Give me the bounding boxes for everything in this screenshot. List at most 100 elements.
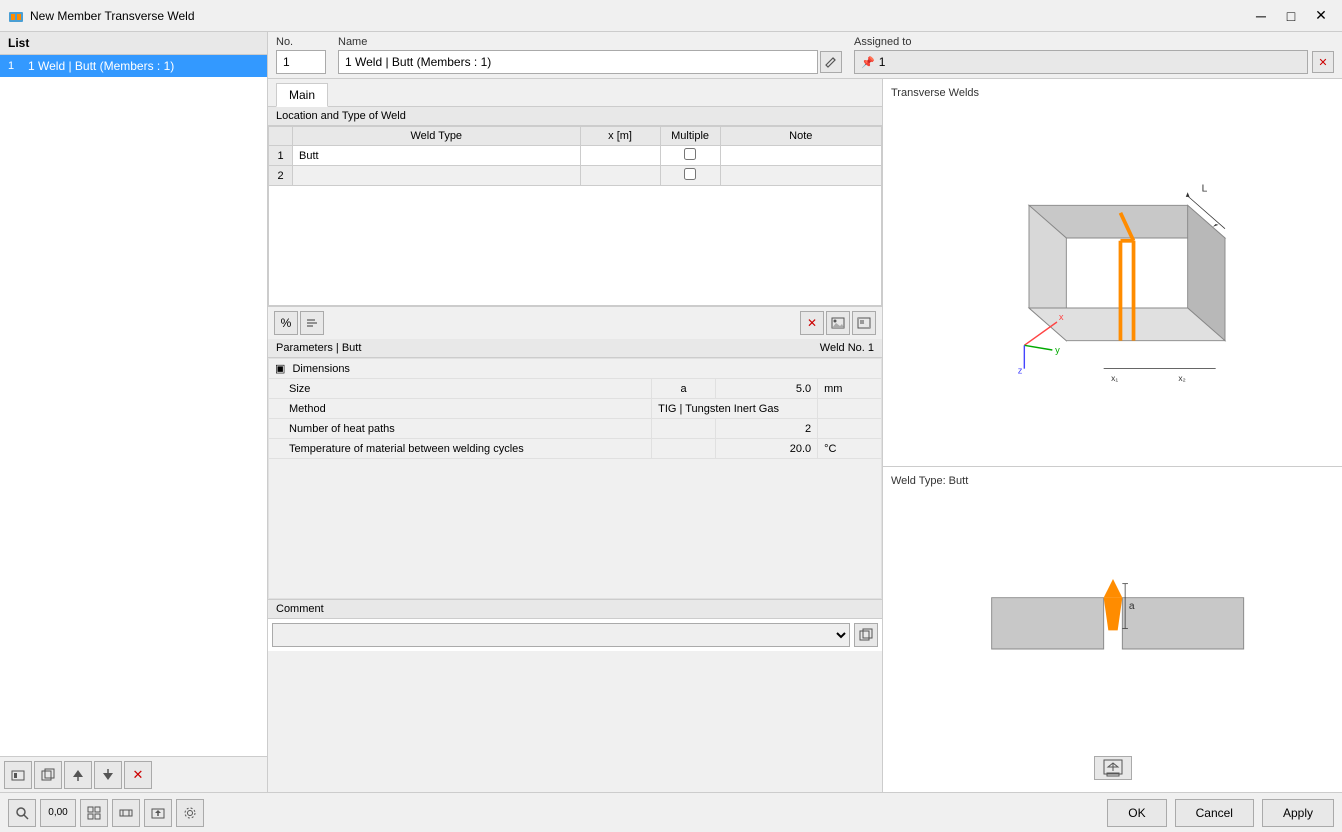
dimensions-text: Dimensions [292,363,349,375]
left-panel: List 1 1 Weld | Butt (Members : 1) [0,32,268,792]
minimize-button[interactable]: ─ [1248,3,1274,29]
svg-text:x₂: x₂ [1178,373,1185,383]
settings-button[interactable] [176,799,204,827]
weld-type-2[interactable] [293,166,581,186]
weld-type-1[interactable]: Butt [293,146,581,166]
delete-list-button[interactable]: ✕ [124,761,152,789]
svg-text:a: a [1128,601,1134,612]
transverse-weld-diagram: x y z L x₁ x₂ [973,165,1253,395]
collapse-button[interactable]: ▣ [275,363,285,375]
add-button[interactable] [4,761,32,789]
sort-button[interactable] [300,311,324,335]
delete-weld-button[interactable]: ✕ [800,311,824,335]
butt-weld-diagram: a [973,556,1253,686]
x-value-1[interactable] [580,146,660,166]
list-item[interactable]: 1 1 Weld | Butt (Members : 1) [0,55,267,77]
table-row: 1 Butt [269,146,882,166]
assigned-text: 1 [879,55,886,69]
table-row-empty [269,186,882,306]
param-value-temp[interactable]: 20.0 [715,439,817,459]
param-unit-size: mm [818,379,882,399]
svg-text:x₁: x₁ [1111,373,1118,383]
bottom-toolbar-right: OK Cancel Apply [1107,799,1334,827]
note-2[interactable] [720,166,881,186]
butt-weld-title: Weld Type: Butt [891,475,968,487]
grid-button[interactable] [80,799,108,827]
param-unit-method [818,399,882,419]
weld-section-header: Location and Type of Weld [268,107,882,126]
members-button[interactable] [112,799,140,827]
bottom-toolbar-left: 0,00 [8,799,204,827]
name-edit-button[interactable] [820,51,842,73]
param-row-size: Size a 5.0 mm [269,379,882,399]
diagram-export-button[interactable] [1094,756,1132,780]
col-note: Note [720,127,881,146]
percent-button[interactable]: % [274,311,298,335]
image-button-1[interactable] [826,311,850,335]
col-no [269,127,293,146]
multiple-checkbox-2[interactable] [684,168,696,180]
tab-bar: Main [268,79,882,107]
multiple-1[interactable] [660,146,720,166]
maximize-button[interactable]: □ [1278,3,1304,29]
comment-header: Comment [268,600,882,619]
assigned-clear-button[interactable]: ✕ [1312,51,1334,73]
param-unit-heat [818,419,882,439]
svg-text:z: z [1017,366,1022,376]
copy-button[interactable] [34,761,62,789]
name-group: Name [338,36,842,74]
table-toolbar-right: ✕ [800,311,876,335]
row-num-1: 1 [269,146,293,166]
ok-button[interactable]: OK [1107,799,1166,827]
multiple-checkbox-1[interactable] [684,148,696,160]
assigned-icon: 📌 [861,56,875,69]
move-up-button[interactable] [64,761,92,789]
params-table: ▣ Dimensions Size a 5.0 mm [268,358,882,599]
butt-weld-canvas: a [891,491,1334,752]
param-value-label-heat [652,419,716,439]
param-value-heat[interactable]: 2 [715,419,817,439]
search-button[interactable] [8,799,36,827]
close-button[interactable]: ✕ [1308,3,1334,29]
transverse-welds-section: Transverse Welds [883,79,1342,467]
title-text: New Member Transverse Weld [30,9,1248,23]
move-down-button[interactable] [94,761,122,789]
comment-select[interactable] [272,623,850,647]
no-value: 1 [276,50,326,74]
image-button-2[interactable] [852,311,876,335]
form-panel: Main Location and Type of Weld Weld Type… [268,79,883,792]
right-section: No. 1 Name Assigned to [268,32,1342,792]
svg-text:L: L [1201,184,1207,195]
assigned-label: Assigned to [854,36,1334,48]
cancel-button[interactable]: Cancel [1175,799,1254,827]
comment-copy-button[interactable] [854,623,878,647]
comment-input-row [268,619,882,651]
multiple-2[interactable] [660,166,720,186]
param-value-size[interactable]: 5.0 [715,379,817,399]
tab-main[interactable]: Main [276,83,328,107]
param-value-method[interactable]: TIG | Tungsten Inert Gas [652,399,818,419]
row-num-2: 2 [269,166,293,186]
name-label: Name [338,36,842,48]
apply-button[interactable]: Apply [1262,799,1334,827]
window-controls: ─ □ ✕ [1248,3,1334,29]
table-toolbar-left: % [274,311,324,335]
params-header: Parameters | Butt Weld No. 1 [268,339,882,358]
transverse-weld-canvas: x y z L x₁ x₂ [891,103,1334,458]
param-label-size: Size [269,379,652,399]
import-button[interactable] [144,799,172,827]
param-label-temp: Temperature of material between welding … [269,439,652,459]
list-header: List [0,32,267,55]
list-container: 1 1 Weld | Butt (Members : 1) [0,55,267,756]
value-button[interactable]: 0,00 [40,799,76,827]
svg-text:y: y [1055,345,1060,355]
no-group: No. 1 [276,36,326,74]
name-input[interactable] [338,50,818,74]
main-container: List 1 1 Weld | Butt (Members : 1) [0,32,1342,832]
note-1[interactable] [720,146,881,166]
x-value-2[interactable] [580,166,660,186]
header-row: No. 1 Name Assigned to [268,32,1342,79]
assigned-value: 📌 1 [854,50,1308,74]
transverse-welds-title: Transverse Welds [891,87,979,99]
weld-no: Weld No. 1 [820,342,874,354]
